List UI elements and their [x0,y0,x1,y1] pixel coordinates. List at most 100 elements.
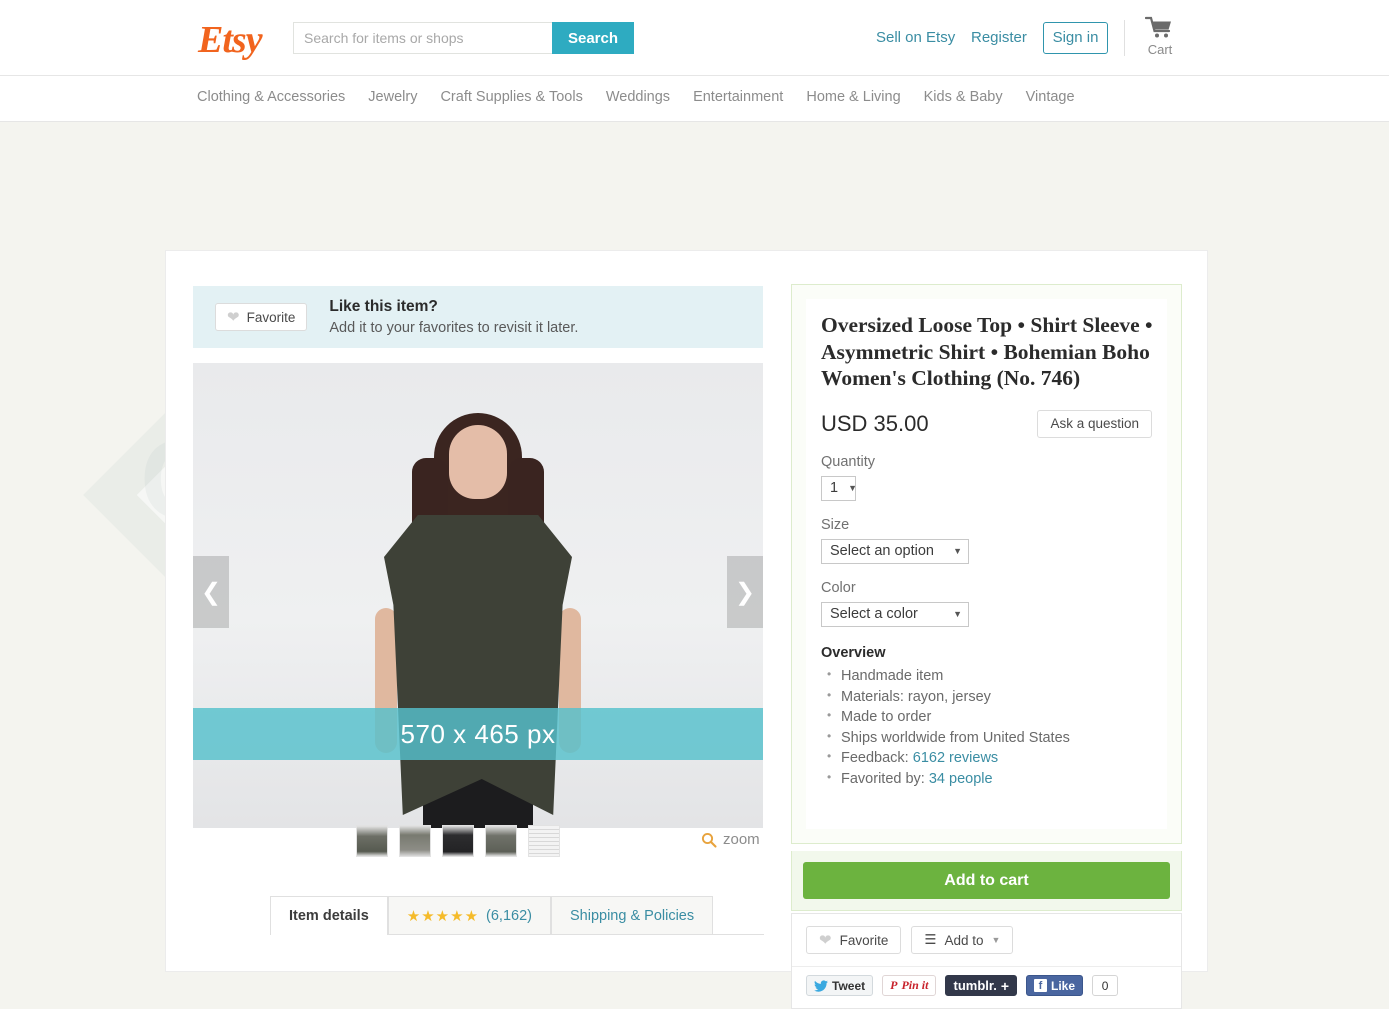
tab-reviews[interactable]: ★★★★★ (6,162) [387,896,551,934]
chevron-down-icon: ▼ [953,546,962,557]
social-actions-box: ❤ Favorite ☰ Add to ▼ Tweet P Pin it tum… [791,913,1182,1009]
nav-item-weddings[interactable]: Weddings [606,89,670,105]
ask-a-question-button[interactable]: Ask a question [1037,409,1152,438]
color-value: Select a color [830,606,918,623]
cart-button[interactable]: Cart [1136,16,1184,57]
add-to-button-label: Add to [944,932,984,948]
overview-item-text: Feedback: [841,750,913,767]
facebook-icon: f [1034,979,1048,992]
facebook-like-button[interactable]: f Like [1026,975,1084,996]
favorited-by-link[interactable]: 34 people [929,771,993,787]
tab-item-details-label: Item details [289,908,369,924]
product-image-viewer[interactable]: 570 x 465 px ❮ ❯ [193,363,763,828]
nav-item-clothing-accessories[interactable]: Clothing & Accessories [197,89,345,105]
social-row-share: Tweet P Pin it tumblr. + f Like 0 [792,967,1181,1008]
overview-item-materials: Materials: rayon, jersey [821,687,1152,708]
search-input[interactable] [293,22,552,54]
overview-item-text: Made to order [841,709,932,726]
cart-icon [1136,16,1184,40]
color-label: Color [821,579,856,596]
search-button[interactable]: Search [552,22,634,54]
zoom-label: zoom [723,831,760,848]
tweet-label: Tweet [832,978,866,993]
favorite-button[interactable]: ❤ Favorite [806,926,902,954]
tweet-button[interactable]: Tweet [806,975,874,996]
heart-icon: ❤ [819,931,832,949]
nav-item-craft-supplies-tools[interactable]: Craft Supplies & Tools [440,89,582,105]
sell-on-etsy-link[interactable]: Sell on Etsy [876,29,955,46]
tab-shipping-policies[interactable]: Shipping & Policies [550,896,714,934]
feedback-reviews-link[interactable]: 6162 reviews [913,750,998,766]
register-link[interactable]: Register [971,29,1027,46]
add-to-button[interactable]: ☰ Add to ▼ [911,926,1014,954]
add-to-cart-container: Add to cart [791,851,1182,911]
gallery-thumbnail-3[interactable] [442,825,474,857]
gallery-thumbnail-strip [356,825,560,857]
cart-label: Cart [1147,42,1173,57]
product-photo-model-face [449,425,507,499]
chevron-down-icon: ▼ [991,935,1001,945]
size-value: Select an option [830,543,934,560]
main-content-card: ❤ Favorite Like this item? Add it to you… [165,250,1208,1009]
list-icon: ☰ [924,932,937,947]
overview-title: Overview [821,644,886,661]
chevron-down-icon: ▼ [848,483,857,494]
gallery-thumbnail-5[interactable] [528,825,560,857]
favorite-item-banner: ❤ Favorite Like this item? Add it to you… [193,286,763,348]
sign-in-button[interactable]: Sign in [1043,22,1108,54]
chevron-left-icon[interactable]: ❮ [193,556,229,628]
favorite-banner-title: Like this item? [329,298,438,315]
pinit-label: Pin it [901,978,929,992]
favorite-item-button[interactable]: ❤ Favorite [215,303,308,331]
etsy-logo[interactable]: Etsy [198,18,263,62]
quantity-select[interactable]: 1 ▼ [821,475,857,501]
favorite-button-label: Favorite [839,932,889,948]
overview-item-made-to-order: Made to order [821,707,1152,728]
overview-item-text: Materials: rayon, jersey [841,688,991,705]
tab-shipping-policies-label: Shipping & Policies [569,907,695,924]
overview-item-handmade: Handmade item [821,666,1152,687]
overview-list: Handmade item Materials: rayon, jersey M… [821,666,1152,789]
product-price: USD 35.00 [821,410,929,436]
price-row: USD 35.00 Ask a question [821,409,1152,438]
overview-item-text: Handmade item [841,667,944,684]
zoom-link[interactable]: zoom [701,831,760,848]
tab-item-details[interactable]: Item details [270,896,388,935]
nav-item-entertainment[interactable]: Entertainment [693,89,783,105]
site-header: Etsy Search Sell on Etsy Register Sign i… [0,0,1389,76]
overview-item-text: Favorited by: [841,770,929,787]
nav-item-kids-baby[interactable]: Kids & Baby [924,89,1003,105]
add-to-cart-button[interactable]: Add to cart [803,862,1170,899]
nav-item-vintage[interactable]: Vintage [1026,89,1075,105]
detail-tabs: Item details ★★★★★ (6,162) Shipping & Po… [270,896,764,935]
size-label: Size [821,516,850,533]
size-select[interactable]: Select an option ▼ [821,538,969,564]
header-divider [1124,20,1125,56]
shop-bar [0,122,1389,250]
pinit-button[interactable]: P Pin it [882,975,937,996]
magnifier-icon [701,832,717,848]
heart-icon: ❤ [227,308,240,326]
facebook-like-count: 0 [1092,975,1119,996]
overview-item-shipping: Ships worldwide from United States [821,728,1152,749]
favorite-item-label: Favorite [246,309,296,325]
product-photo-garment [384,515,572,815]
buy-box: Oversized Loose Top • Shirt Sleeve • Asy… [791,284,1182,844]
tab-reviews-count: (6,162) [486,907,532,924]
social-row-primary: ❤ Favorite ☰ Add to ▼ [792,914,1181,967]
gallery-thumbnail-2[interactable] [399,825,431,857]
quantity-label: Quantity [821,453,875,470]
facebook-like-label: Like [1051,978,1076,993]
gallery-thumbnail-4[interactable] [485,825,517,857]
color-select[interactable]: Select a color ▼ [821,601,969,627]
overview-item-text: Ships worldwide from United States [841,729,1070,746]
chevron-right-icon[interactable]: ❯ [727,556,763,628]
nav-item-home-living[interactable]: Home & Living [806,89,900,105]
star-rating-icon: ★★★★★ [406,907,480,925]
quantity-value: 1 [830,480,839,497]
tumblr-button[interactable]: tumblr. + [945,975,1018,996]
nav-item-jewelry[interactable]: Jewelry [368,89,417,105]
pinterest-icon: P [890,978,898,992]
plus-icon: + [1000,977,1010,994]
gallery-thumbnail-1[interactable] [356,825,388,857]
